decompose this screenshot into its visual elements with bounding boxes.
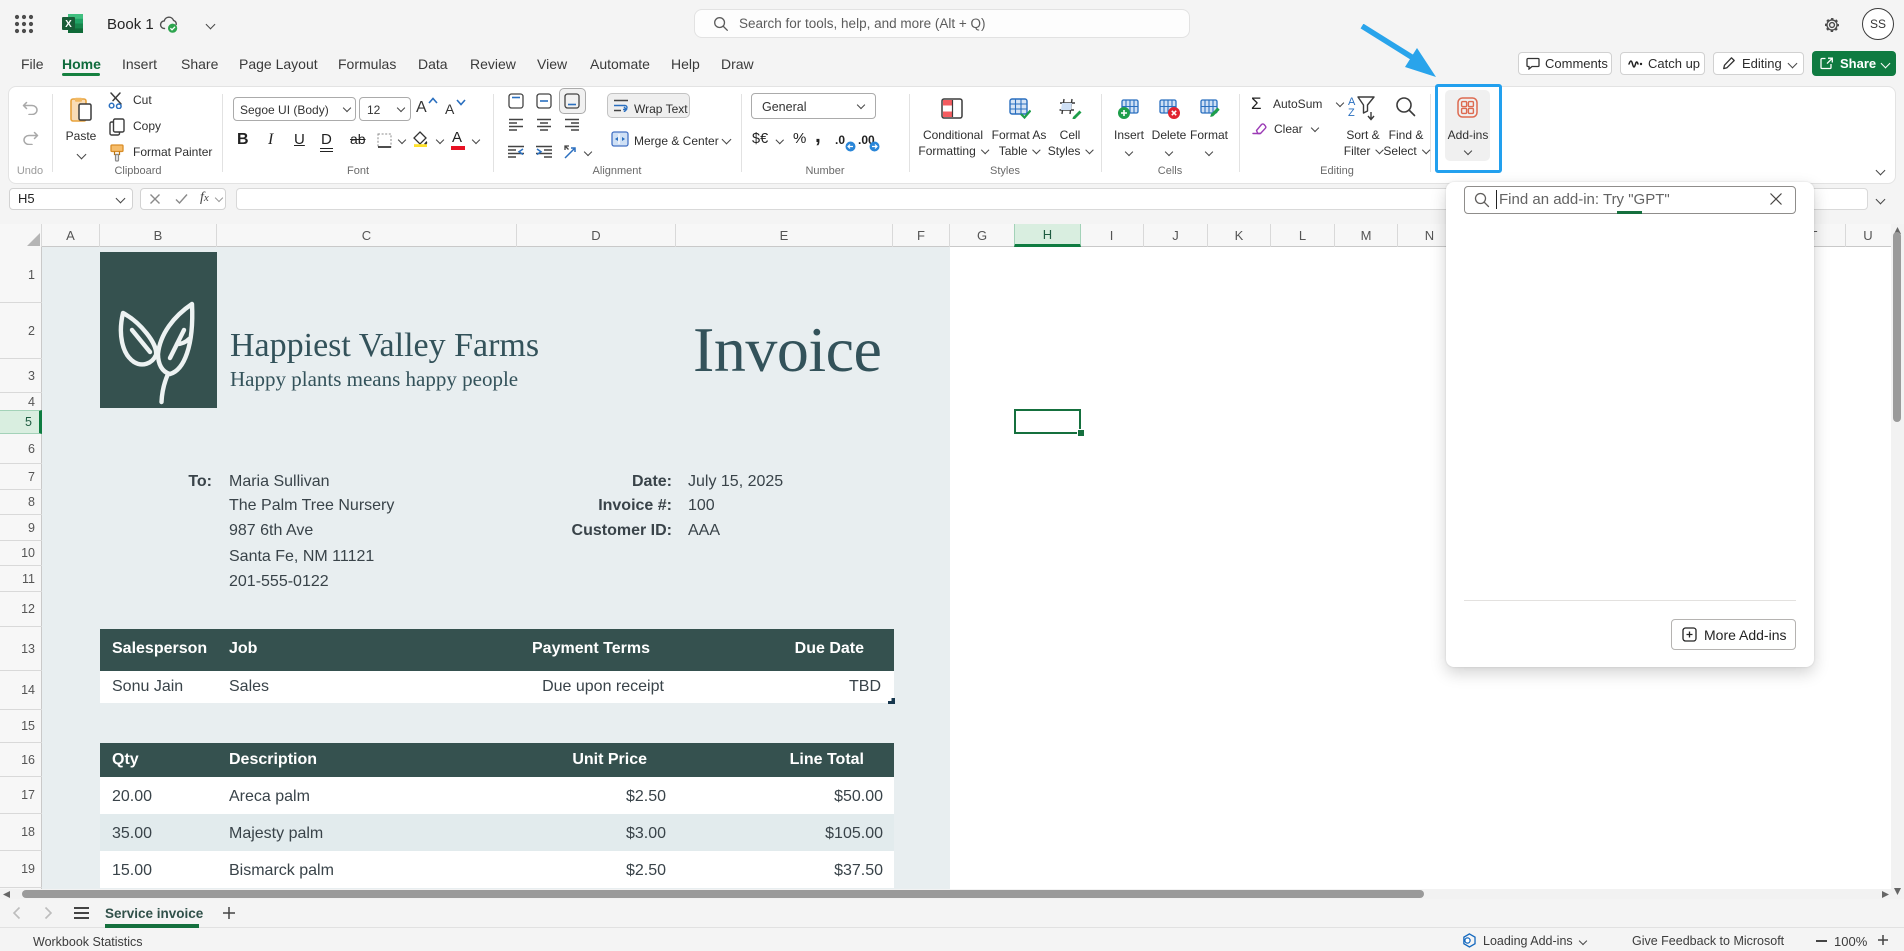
svg-text:Z: Z xyxy=(1348,107,1355,119)
svg-text:X: X xyxy=(65,19,72,30)
